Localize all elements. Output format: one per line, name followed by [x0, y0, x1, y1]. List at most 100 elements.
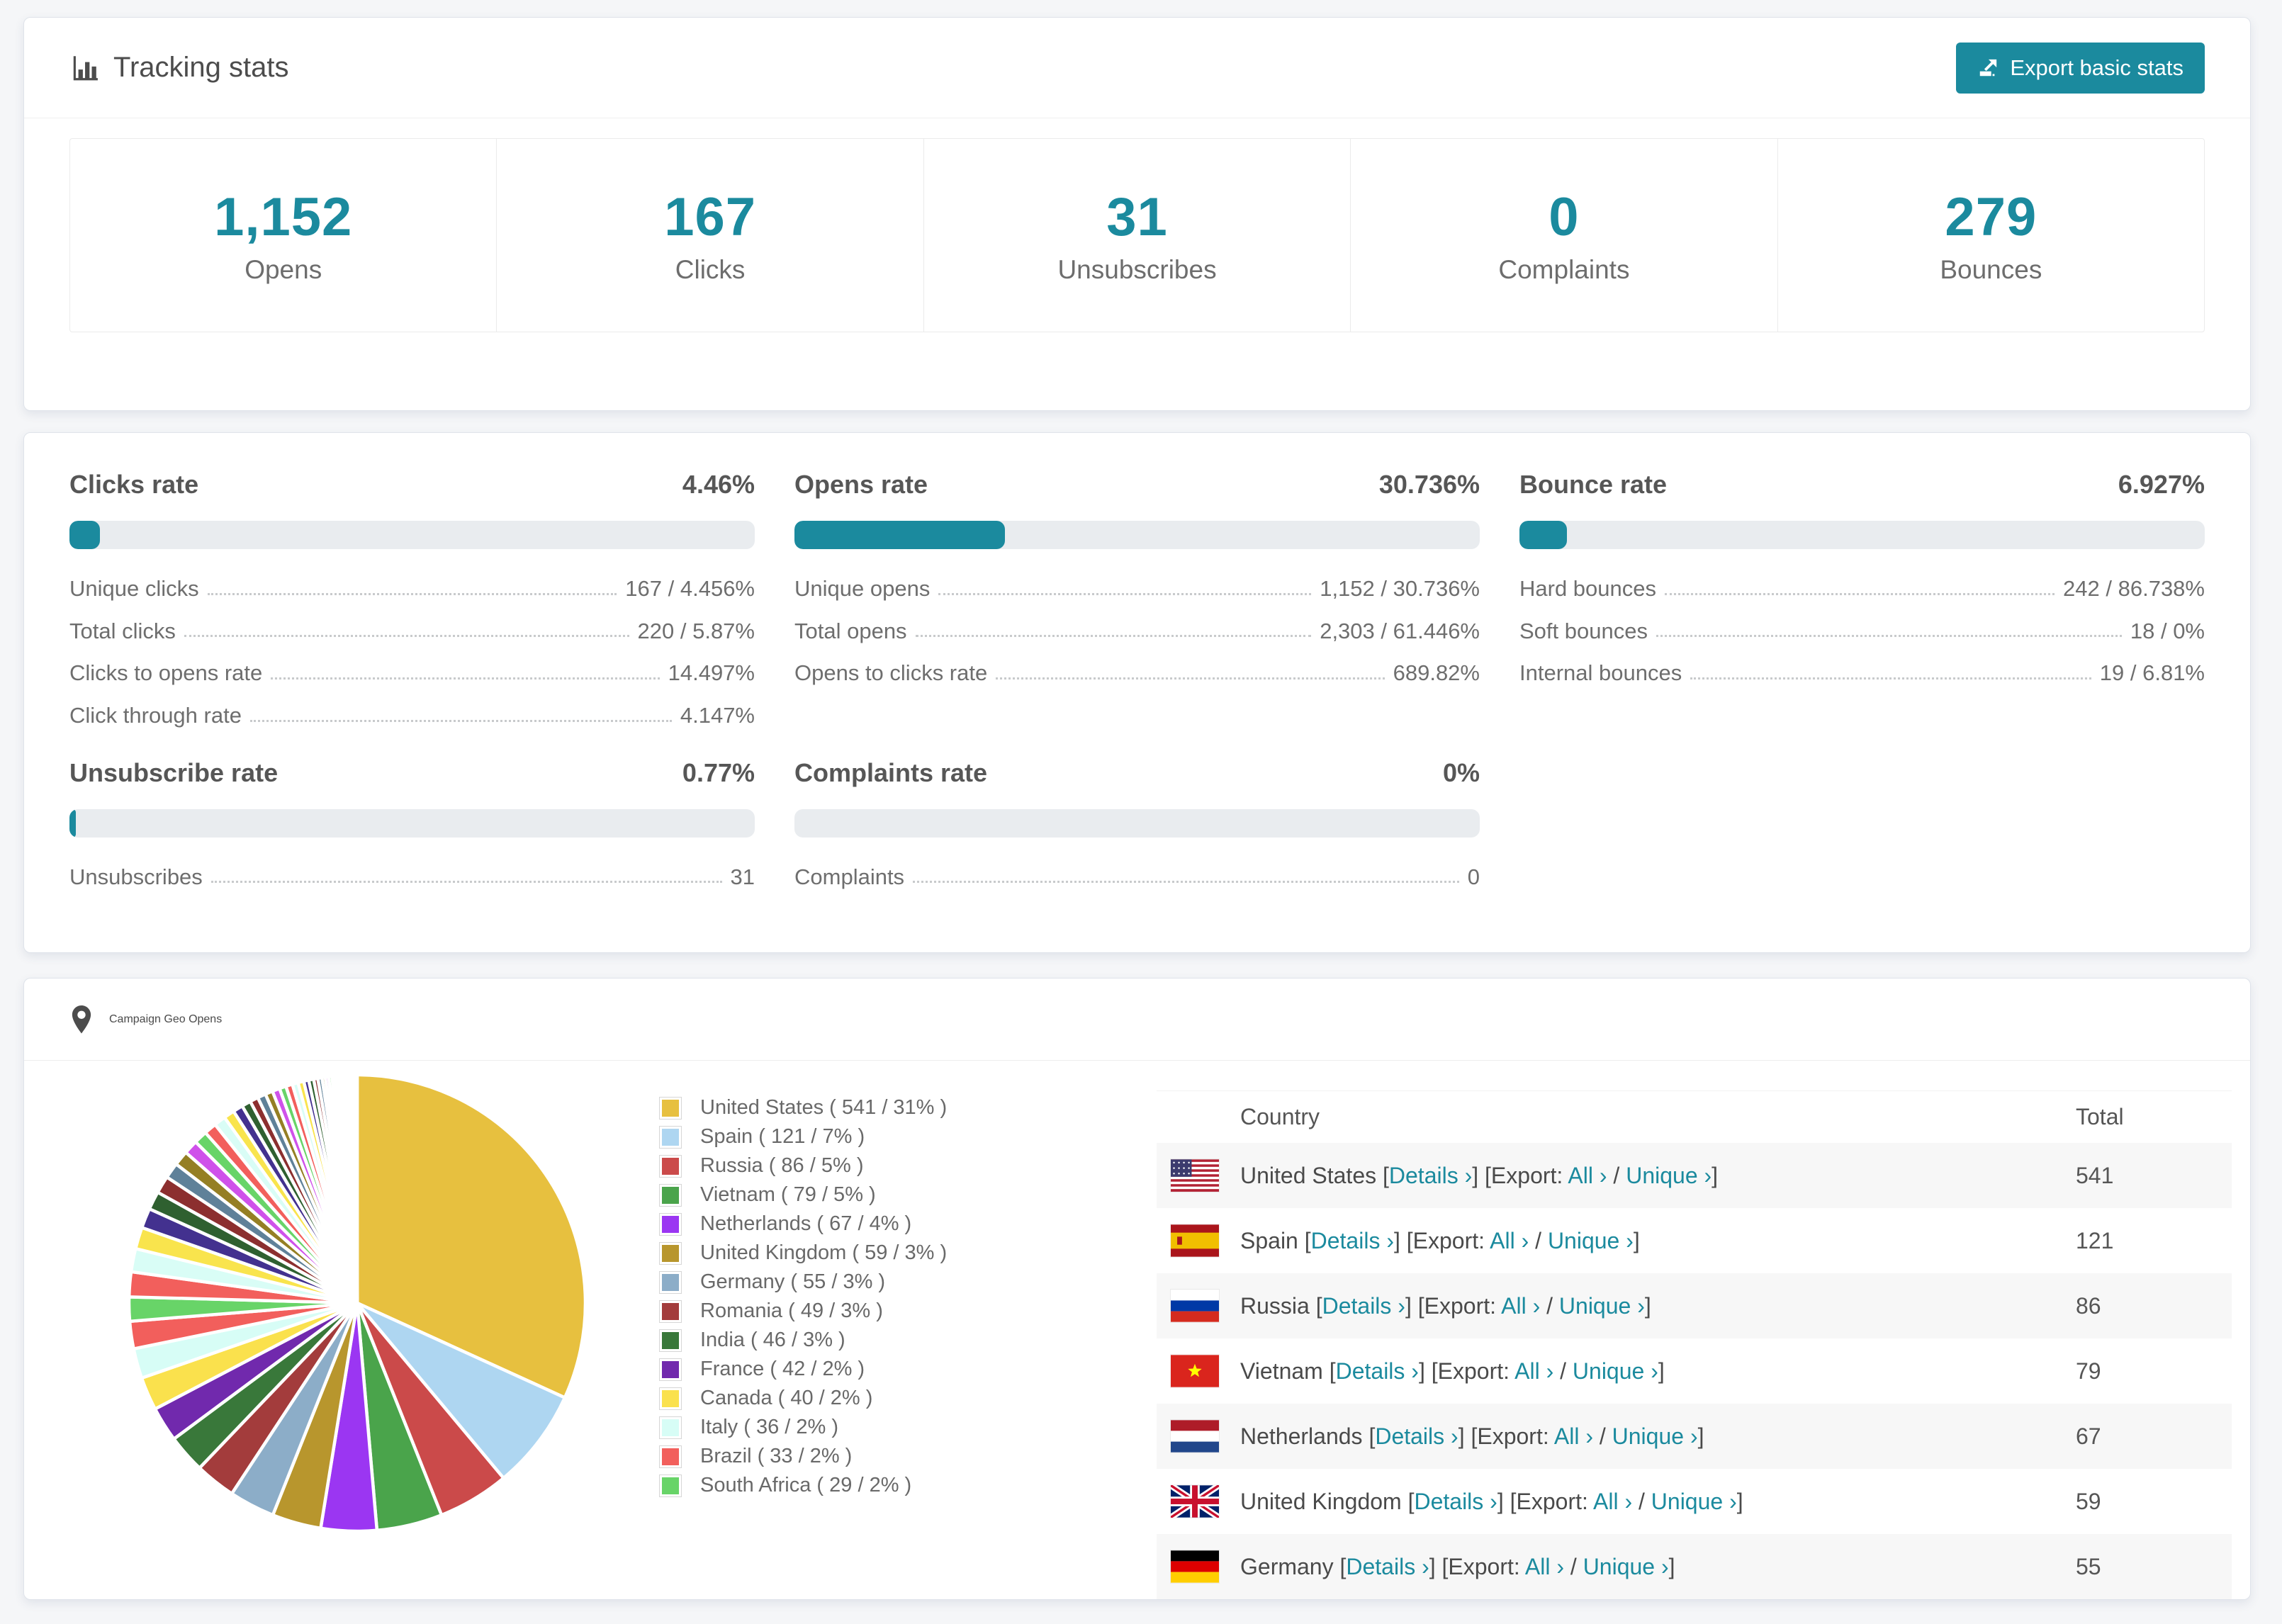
rate-block-bounce-rate: Bounce rate 6.927% Hard bounces 242 / 86.73… [1519, 470, 2205, 728]
legend-item[interactable]: Canada ( 40 / 2% ) [659, 1384, 992, 1413]
stat-value: 167 [664, 186, 757, 247]
country-name: United Kingdom [1240, 1488, 1408, 1514]
legend-swatch [659, 1183, 682, 1207]
progress-fill [1519, 521, 1567, 549]
legend-item[interactable]: United States ( 541 / 31% ) [659, 1093, 992, 1122]
legend-swatch [659, 1212, 682, 1236]
rate-row-value: 0 [1467, 864, 1480, 889]
rate-row: Total opens 2,303 / 61.446% [794, 619, 1480, 644]
country-flag-icon-es [1171, 1224, 1219, 1257]
details-link[interactable]: Details › [1346, 1554, 1429, 1579]
legend-item[interactable]: Romania ( 49 / 3% ) [659, 1297, 992, 1326]
details-link[interactable]: Details › [1389, 1163, 1472, 1188]
legend-item[interactable]: Germany ( 55 / 3% ) [659, 1268, 992, 1297]
details-link[interactable]: Details › [1375, 1423, 1458, 1449]
country-cell: Germany [Details ›] [Export: All › / Uni… [1240, 1553, 1675, 1579]
geo-opens-card: Campaign Geo Opens United States ( 541 /… [23, 978, 2251, 1600]
export-unique-link[interactable]: Unique › [1612, 1423, 1698, 1449]
export-unique-link[interactable]: Unique › [1559, 1293, 1645, 1319]
rate-row-label: Soft bounces [1519, 618, 1648, 643]
country-flag-icon-vn [1171, 1355, 1219, 1387]
legend-item[interactable]: Russia ( 86 / 5% ) [659, 1151, 992, 1180]
rate-row-value: 167 / 4.456% [625, 576, 755, 601]
legend-label: Vietnam ( 79 / 5% ) [700, 1183, 876, 1206]
rate-title: Opens rate [794, 470, 928, 499]
tracking-stats-title-wrap: Tracking stats [69, 52, 288, 84]
map-pin-icon [69, 1005, 94, 1034]
export-unique-link[interactable]: Unique › [1548, 1228, 1634, 1253]
rate-row-value: 19 / 6.81% [2099, 660, 2205, 686]
country-flag-icon-nl [1171, 1420, 1219, 1453]
rate-row-label: Total opens [794, 618, 907, 643]
export-all-link[interactable]: All › [1593, 1489, 1632, 1514]
rate-block-clicks-rate: Clicks rate 4.46% Unique clicks 167 / 4.456… [69, 470, 755, 728]
details-link[interactable]: Details › [1414, 1489, 1497, 1514]
country-cell: Russia [Details ›] [Export: All › / Uniq… [1240, 1292, 1651, 1319]
legend-item[interactable]: Netherlands ( 67 / 4% ) [659, 1209, 992, 1239]
stat-box: 167 Clicks [496, 139, 923, 332]
legend-item[interactable]: Italy ( 36 / 2% ) [659, 1413, 992, 1442]
country-name: Germany [1240, 1553, 1340, 1579]
export-unique-link[interactable]: Unique › [1651, 1489, 1737, 1514]
legend-item[interactable]: United Kingdom ( 59 / 3% ) [659, 1239, 992, 1268]
export-unique-link[interactable]: Unique › [1573, 1358, 1658, 1384]
stat-label: Opens [244, 254, 322, 284]
geo-pie-chart [123, 1069, 591, 1537]
rate-row-value: 4.147% [680, 702, 755, 728]
legend-item[interactable]: Spain ( 121 / 7% ) [659, 1122, 992, 1151]
export-unique-link[interactable]: Unique › [1626, 1163, 1712, 1188]
legend-swatch [659, 1329, 682, 1352]
pie-slice[interactable] [354, 1073, 359, 1304]
legend-swatch [659, 1474, 682, 1497]
rate-value: 30.736% [1378, 470, 1480, 499]
geo-table-rows: United States [Details ›] [Export: All ›… [1157, 1143, 2232, 1599]
export-basic-stats-button[interactable]: Export basic stats [1956, 42, 2205, 94]
rate-block-opens-rate: Opens rate 30.736% Unique opens 1,152 / 30.… [794, 470, 1480, 728]
dotted-leader [210, 881, 722, 884]
legend-item[interactable]: Brazil ( 33 / 2% ) [659, 1442, 992, 1471]
legend-label: Russia ( 86 / 5% ) [700, 1154, 864, 1177]
progress-bar [1519, 521, 2205, 549]
details-link[interactable]: Details › [1336, 1358, 1419, 1384]
tracking-stats-card: Tracking stats Export basic stats 1,152 O… [23, 17, 2251, 411]
rate-row: Clicks to opens rate 14.497% [69, 660, 755, 686]
bar-chart-icon [69, 53, 99, 83]
progress-fill [794, 521, 1006, 549]
country-flag-icon-ru [1171, 1290, 1219, 1322]
rate-row: Opens to clicks rate 689.82% [794, 660, 1480, 686]
rate-value: 0% [1442, 757, 1480, 787]
row-total: 79 [2076, 1358, 2101, 1384]
dotted-leader [207, 592, 617, 595]
export-all-link[interactable]: All › [1514, 1358, 1553, 1384]
rate-value: 6.927% [2118, 470, 2205, 499]
stat-box: 31 Unsubscribes [923, 139, 1350, 332]
rate-row-value: 18 / 0% [2130, 618, 2205, 643]
stat-box: 0 Complaints [1350, 139, 1777, 332]
export-all-link[interactable]: All › [1490, 1228, 1529, 1253]
details-link[interactable]: Details › [1322, 1293, 1405, 1319]
progress-bar [794, 808, 1480, 838]
details-link[interactable]: Details › [1311, 1228, 1394, 1253]
legend-label: France ( 42 / 2% ) [700, 1358, 865, 1380]
country-name: Spain [1240, 1227, 1305, 1253]
stat-value: 279 [1945, 186, 2038, 247]
legend-label: United States ( 541 / 31% ) [700, 1096, 948, 1119]
legend-item[interactable]: France ( 42 / 2% ) [659, 1355, 992, 1384]
stat-label: Clicks [675, 254, 746, 284]
rate-row-value: 1,152 / 30.736% [1320, 576, 1480, 601]
export-all-link[interactable]: All › [1554, 1423, 1593, 1449]
export-unique-link[interactable]: Unique › [1583, 1554, 1669, 1579]
dotted-leader [915, 635, 1312, 638]
legend-item[interactable]: South Africa ( 29 / 2% ) [659, 1471, 992, 1500]
dotted-leader [1656, 635, 2122, 638]
stat-value: 1,152 [214, 186, 353, 247]
country-flag-icon-de [1171, 1550, 1219, 1583]
pie-legend: United States ( 541 / 31% ) Spain ( 121 /… [659, 1093, 992, 1500]
export-all-link[interactable]: All › [1501, 1293, 1540, 1319]
tracking-stats-header: Tracking stats Export basic stats [24, 18, 2250, 118]
legend-item[interactable]: India ( 46 / 3% ) [659, 1326, 992, 1355]
export-all-link[interactable]: All › [1525, 1554, 1564, 1579]
geo-opens-content: United States ( 541 / 31% ) Spain ( 121 /… [24, 1061, 2250, 1599]
export-all-link[interactable]: All › [1568, 1163, 1607, 1188]
legend-item[interactable]: Vietnam ( 79 / 5% ) [659, 1180, 992, 1209]
